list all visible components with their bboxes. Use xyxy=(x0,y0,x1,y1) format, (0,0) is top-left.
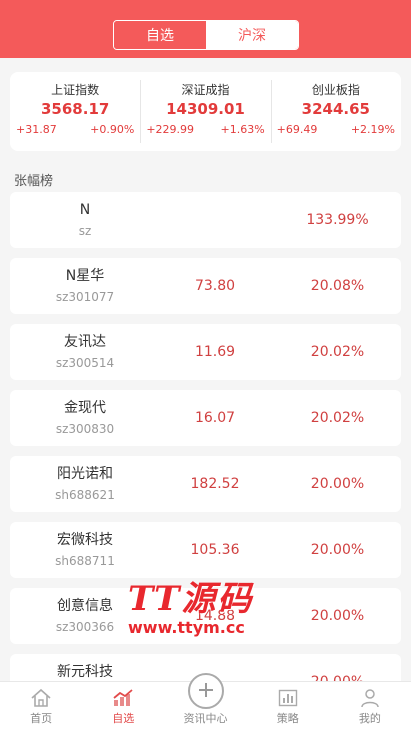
stock-code: sz301077 xyxy=(55,290,115,304)
stock-price: 73.80 xyxy=(194,278,236,294)
index-name: 上证指数 xyxy=(51,83,100,97)
stock-name: 友讯达 xyxy=(64,334,106,350)
stock-code: sz300514 xyxy=(55,356,115,370)
index-name: 深证成指 xyxy=(181,83,230,97)
stock-name: 阳光诺和 xyxy=(57,466,113,482)
index-percent: +1.63% xyxy=(220,123,265,136)
index-value: 3244.65 xyxy=(301,100,370,118)
tab-profile[interactable]: 我的 xyxy=(329,682,411,731)
index-change: +31.87 xyxy=(16,123,57,136)
bar-chart-icon xyxy=(278,689,297,707)
index-percent: +2.19% xyxy=(350,123,395,136)
stock-percent: 20.00% xyxy=(310,542,365,558)
stock-price: 105.36 xyxy=(190,542,240,558)
index-value: 14309.01 xyxy=(166,100,245,118)
stock-percent: 133.99% xyxy=(306,212,369,228)
stock-price: 16.07 xyxy=(194,410,236,426)
stock-row[interactable]: N sz 133.99% xyxy=(10,192,401,248)
tab-news-center[interactable]: 资讯中心 xyxy=(164,673,246,731)
tab-label: 策略 xyxy=(276,712,299,725)
tab-home[interactable]: 首页 xyxy=(0,682,82,731)
top-header: 自选 沪深 xyxy=(0,0,411,58)
home-icon xyxy=(31,688,51,707)
tab-label: 我的 xyxy=(358,712,381,725)
stock-name: 宏微科技 xyxy=(57,532,113,548)
tab-label: 首页 xyxy=(30,712,53,725)
stock-name: 新元科技 xyxy=(57,664,113,680)
stock-row[interactable]: 友讯达 sz300514 11.69 20.02% xyxy=(10,324,401,380)
stock-name: 金现代 xyxy=(64,400,106,416)
index-summary-card: 上证指数 3568.17 +31.87 +0.90% 深证成指 14309.01… xyxy=(10,72,401,151)
tab-strategy[interactable]: 策略 xyxy=(247,682,329,731)
index-item[interactable]: 上证指数 3568.17 +31.87 +0.90% xyxy=(10,72,140,151)
index-item[interactable]: 深证成指 14309.01 +229.99 +1.63% xyxy=(140,72,270,151)
stock-price: 14.88 xyxy=(194,608,236,624)
index-value: 3568.17 xyxy=(41,100,110,118)
stock-code: sh688711 xyxy=(55,554,115,568)
stock-price: 11.69 xyxy=(194,344,236,360)
stock-percent: 20.00% xyxy=(310,476,365,492)
stock-name: N xyxy=(79,202,91,218)
section-title: 张幅榜 xyxy=(14,174,54,189)
stock-name: 创意信息 xyxy=(57,598,113,614)
stock-percent: 20.02% xyxy=(310,410,365,426)
tab-watchlist-nav[interactable]: 自选 xyxy=(82,682,164,731)
stock-row[interactable]: 阳光诺和 sh688621 182.52 20.00% xyxy=(10,456,401,512)
user-icon xyxy=(361,689,379,708)
tab-label: 资讯中心 xyxy=(183,712,228,725)
chart-icon xyxy=(113,689,133,706)
tab-shanghai-shenzhen[interactable]: 沪深 xyxy=(206,21,298,49)
stock-percent: 20.00% xyxy=(310,608,365,624)
stock-name: N星华 xyxy=(65,268,105,284)
stock-row[interactable]: 金现代 sz300830 16.07 20.02% xyxy=(10,390,401,446)
stock-price: 182.52 xyxy=(190,476,240,492)
index-change: +69.49 xyxy=(276,123,318,136)
index-change: +229.99 xyxy=(146,123,195,136)
stock-row[interactable]: 创意信息 sz300366 14.88 20.00% xyxy=(10,588,401,644)
stock-code: sh688621 xyxy=(55,488,115,502)
plus-icon xyxy=(187,673,224,709)
stock-percent: 20.08% xyxy=(310,278,365,294)
stock-row[interactable]: N星华 sz301077 73.80 20.08% xyxy=(10,258,401,314)
tab-label: 自选 xyxy=(112,712,135,725)
index-name: 创业板指 xyxy=(311,83,360,97)
index-item[interactable]: 创业板指 3244.65 +69.49 +2.19% xyxy=(270,72,401,151)
stock-code: sz300366 xyxy=(55,620,115,634)
stock-code: sz300830 xyxy=(55,422,115,436)
stock-code: sz xyxy=(78,224,92,238)
tab-watchlist[interactable]: 自选 xyxy=(114,21,206,49)
index-percent: +0.90% xyxy=(90,123,135,136)
bottom-tab-bar: 首页 自选 资讯中心 策略 我的 xyxy=(0,673,411,731)
stock-row[interactable]: 宏微科技 sh688711 105.36 20.00% xyxy=(10,522,401,578)
segmented-control: 自选 沪深 xyxy=(113,20,299,50)
stock-percent: 20.02% xyxy=(310,344,365,360)
